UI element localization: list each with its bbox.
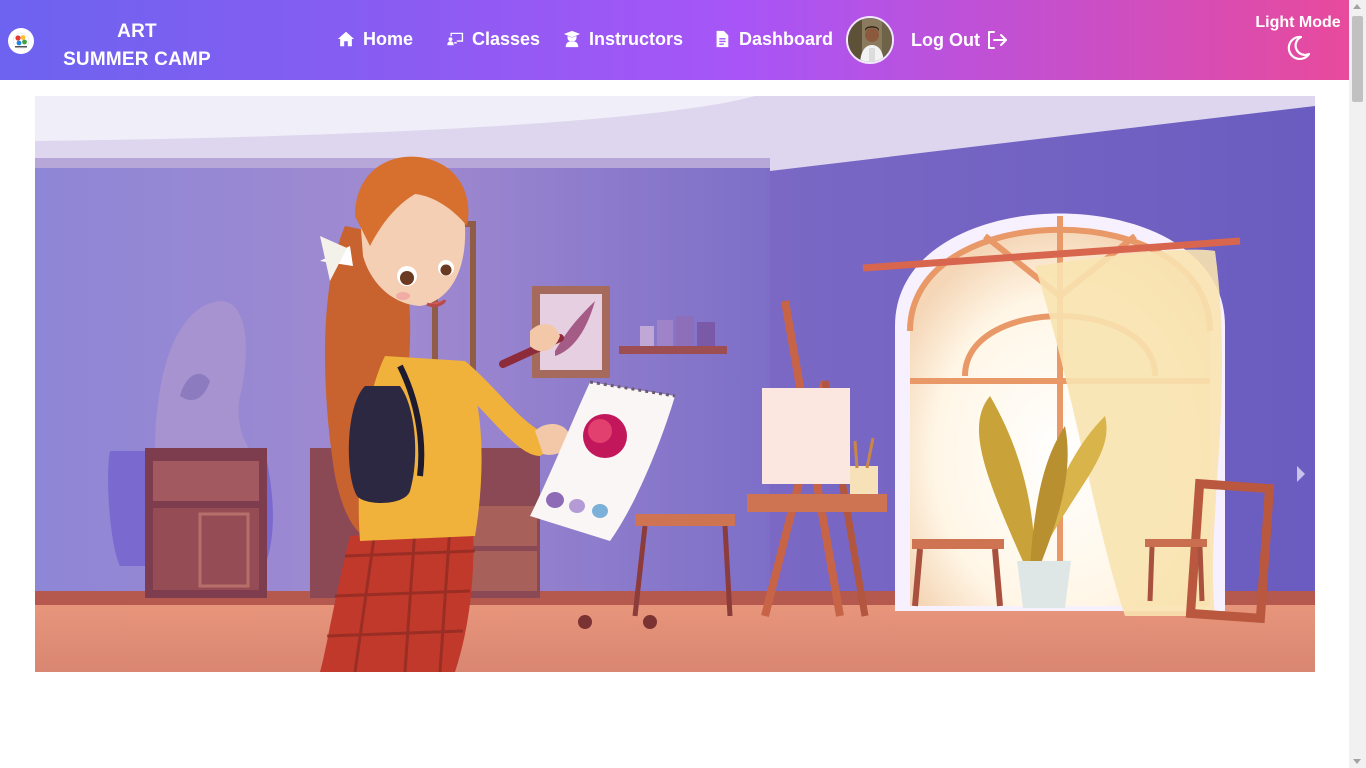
brand-line-2: SUMMER CAMP	[63, 49, 211, 70]
nav-instructors-label: Instructors	[589, 28, 684, 49]
logout-label: Log Out	[911, 29, 980, 50]
nav-classes[interactable]: Classes	[446, 26, 540, 52]
user-graduate-icon	[563, 30, 581, 48]
page-scrollbar[interactable]	[1349, 0, 1366, 768]
theme-label: Light Mode	[1255, 14, 1341, 31]
art-studio-illustration	[35, 96, 1315, 672]
nav-classes-label: Classes	[472, 28, 541, 49]
nav-dashboard[interactable]: Dashboard	[713, 26, 833, 52]
logout-icon	[987, 31, 1007, 49]
nav-home-label: Home	[363, 28, 414, 49]
brand-line-1: ART	[117, 21, 157, 42]
brand-title[interactable]: ART SUMMER CAMP	[52, 18, 222, 74]
scroll-up-icon[interactable]	[1353, 4, 1361, 9]
chevron-right-icon	[1297, 466, 1305, 482]
moon-icon	[1287, 35, 1311, 61]
palette-logo-icon[interactable]	[8, 28, 34, 54]
logout-button[interactable]: Log Out	[911, 27, 1008, 53]
carousel-next-button[interactable]	[1293, 464, 1307, 484]
scroll-down-icon[interactable]	[1353, 759, 1361, 764]
scroll-thumb[interactable]	[1352, 16, 1363, 102]
chalkboard-icon	[447, 32, 464, 46]
user-avatar[interactable]	[846, 16, 894, 64]
hero-carousel[interactable]	[35, 96, 1315, 672]
nav-home[interactable]: Home	[337, 26, 413, 52]
nav-dashboard-label: Dashboard	[739, 28, 834, 49]
document-icon	[716, 30, 729, 48]
theme-toggle[interactable]: Light Mode	[1250, 14, 1346, 67]
nav-instructors[interactable]: Instructors	[563, 26, 683, 52]
navbar: ART SUMMER CAMP Home Classes Instructors…	[0, 0, 1349, 80]
home-icon	[337, 31, 355, 47]
